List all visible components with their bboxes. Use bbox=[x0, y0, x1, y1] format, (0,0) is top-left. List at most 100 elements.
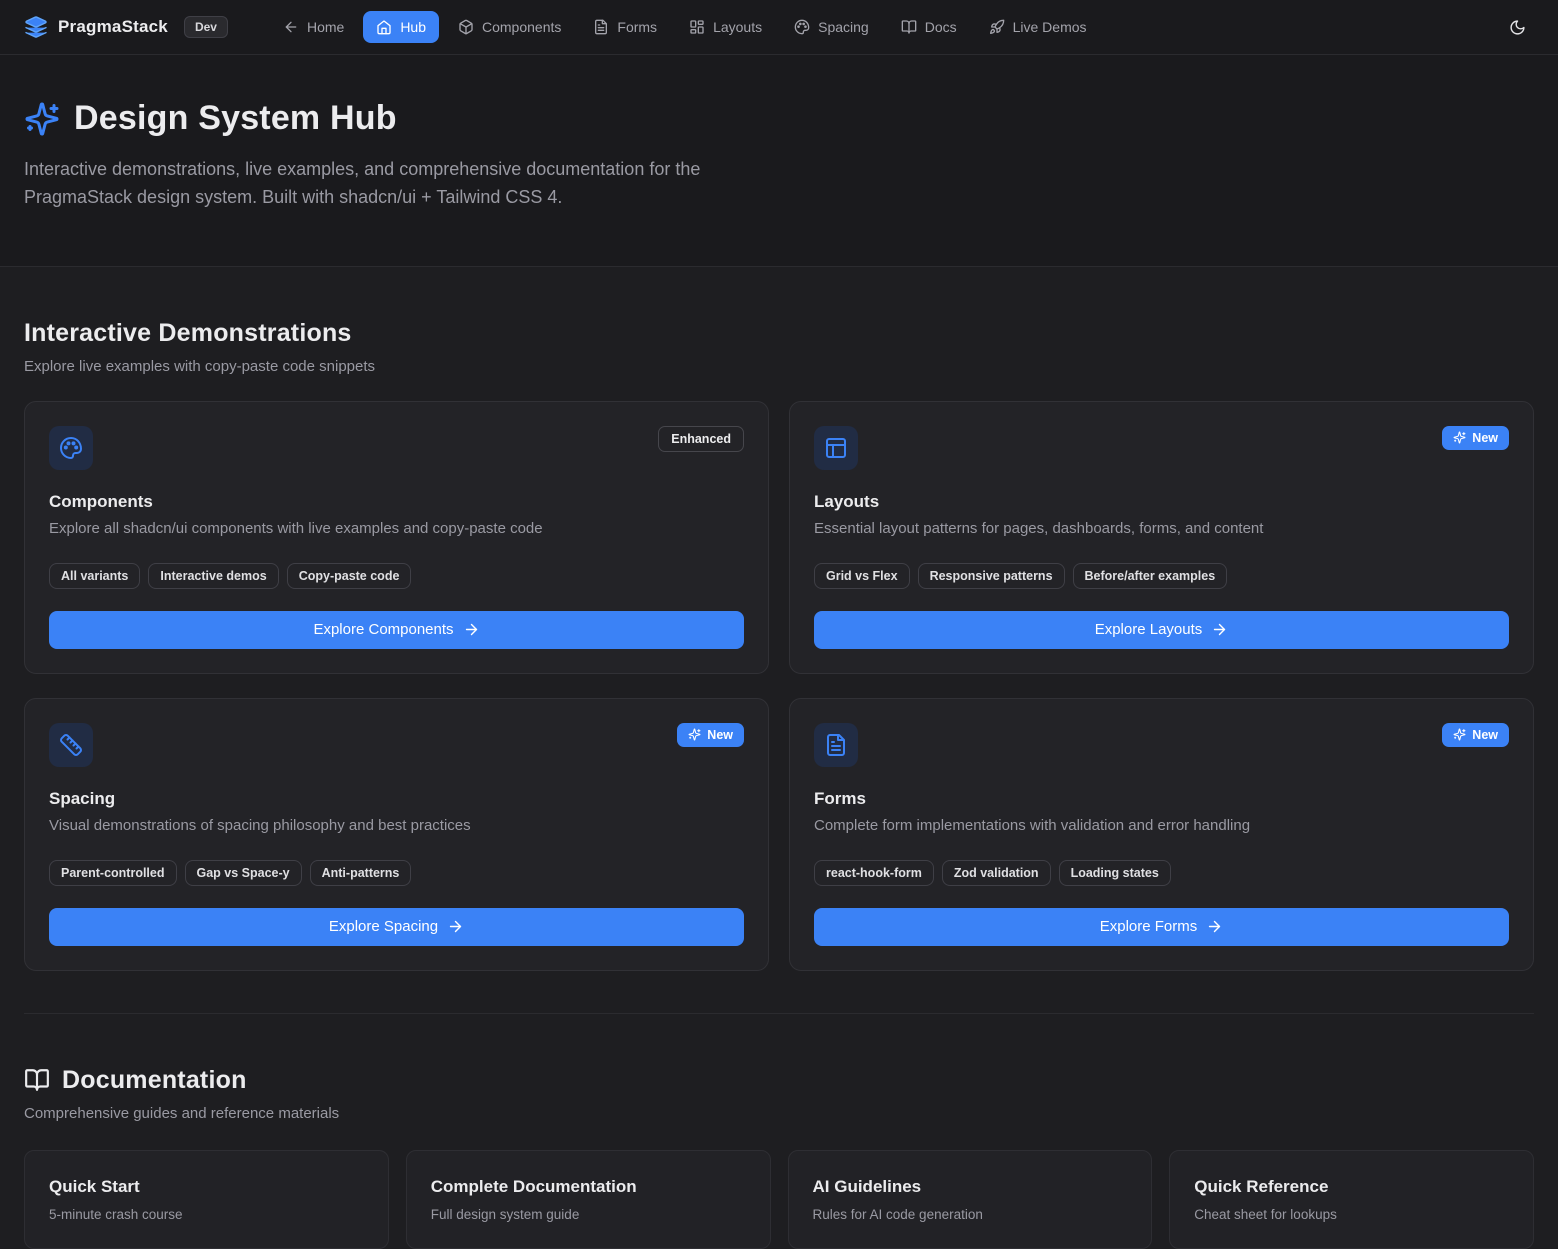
nav-item-label: Home bbox=[307, 19, 344, 35]
nav-item-label: Spacing bbox=[818, 19, 869, 35]
theme-toggle-button[interactable] bbox=[1501, 11, 1534, 44]
button-label: Explore Spacing bbox=[329, 918, 438, 935]
brand-name: PragmaStack bbox=[58, 17, 168, 37]
badge-label: New bbox=[707, 728, 733, 742]
doc-card-quick-start[interactable]: Quick Start 5-minute crash course bbox=[24, 1150, 389, 1249]
page-title: Design System Hub bbox=[74, 99, 397, 138]
ruler-icon bbox=[49, 723, 93, 767]
primary-nav: Home Hub Components Forms Layouts Spacin… bbox=[270, 11, 1100, 43]
page-subtitle: Interactive demonstrations, live example… bbox=[24, 156, 769, 212]
demo-card-forms: New Forms Complete form implementations … bbox=[789, 698, 1534, 971]
tag-row: Parent-controlled Gap vs Space-y Anti-pa… bbox=[49, 860, 744, 886]
card-description: 5-minute crash course bbox=[49, 1207, 364, 1222]
new-badge: New bbox=[1442, 426, 1509, 450]
arrow-right-icon bbox=[463, 621, 480, 638]
moon-icon bbox=[1509, 19, 1526, 36]
package-icon bbox=[458, 19, 474, 35]
card-description: Cheat sheet for lookups bbox=[1194, 1207, 1509, 1222]
arrow-left-icon bbox=[283, 19, 299, 35]
button-label: Explore Components bbox=[313, 621, 453, 638]
explore-forms-button[interactable]: Explore Forms bbox=[814, 908, 1509, 946]
arrow-right-icon bbox=[447, 918, 464, 935]
house-icon bbox=[376, 19, 392, 35]
nav-item-home[interactable]: Home bbox=[270, 11, 357, 43]
brand[interactable]: PragmaStack Dev bbox=[24, 15, 228, 39]
panels-top-left-icon bbox=[814, 426, 858, 470]
tag: Before/after examples bbox=[1073, 563, 1228, 589]
card-description: Explore all shadcn/ui components with li… bbox=[49, 520, 744, 537]
nav-item-components[interactable]: Components bbox=[445, 11, 574, 43]
sparkles-icon bbox=[24, 101, 60, 137]
tag: Interactive demos bbox=[148, 563, 278, 589]
card-title: Quick Reference bbox=[1194, 1177, 1509, 1197]
card-title: Spacing bbox=[49, 789, 744, 809]
status-badge: Enhanced bbox=[658, 426, 744, 452]
card-description: Complete form implementations with valid… bbox=[814, 817, 1509, 834]
demo-card-components: Enhanced Components Explore all shadcn/u… bbox=[24, 401, 769, 674]
card-description: Rules for AI code generation bbox=[813, 1207, 1128, 1222]
nav-item-hub[interactable]: Hub bbox=[363, 11, 439, 43]
tag: Copy-paste code bbox=[287, 563, 412, 589]
sparkles-icon bbox=[1453, 728, 1466, 741]
tag: Grid vs Flex bbox=[814, 563, 910, 589]
new-badge: New bbox=[677, 723, 744, 747]
explore-components-button[interactable]: Explore Components bbox=[49, 611, 744, 649]
explore-spacing-button[interactable]: Explore Spacing bbox=[49, 908, 744, 946]
rocket-icon bbox=[989, 19, 1005, 35]
doc-card-complete-documentation[interactable]: Complete Documentation Full design syste… bbox=[406, 1150, 771, 1249]
tag: Anti-patterns bbox=[310, 860, 412, 886]
nav-item-forms[interactable]: Forms bbox=[580, 11, 670, 43]
tag: Responsive patterns bbox=[918, 563, 1065, 589]
nav-item-label: Docs bbox=[925, 19, 957, 35]
arrow-right-icon bbox=[1206, 918, 1223, 935]
card-title: Forms bbox=[814, 789, 1509, 809]
doc-card-quick-reference[interactable]: Quick Reference Cheat sheet for lookups bbox=[1169, 1150, 1534, 1249]
nav-item-docs[interactable]: Docs bbox=[888, 11, 970, 43]
badge-label: New bbox=[1472, 431, 1498, 445]
new-badge: New bbox=[1442, 723, 1509, 747]
tag-row: All variants Interactive demos Copy-past… bbox=[49, 563, 744, 589]
card-title: Components bbox=[49, 492, 744, 512]
layout-grid-icon bbox=[689, 19, 705, 35]
sparkles-icon bbox=[688, 728, 701, 741]
demo-card-spacing: New Spacing Visual demonstrations of spa… bbox=[24, 698, 769, 971]
arrow-right-icon bbox=[1211, 621, 1228, 638]
tag: Gap vs Space-y bbox=[185, 860, 302, 886]
nav-item-layouts[interactable]: Layouts bbox=[676, 11, 775, 43]
palette-icon bbox=[49, 426, 93, 470]
demos-section-subtitle: Explore live examples with copy-paste co… bbox=[24, 358, 1534, 375]
nav-item-label: Components bbox=[482, 19, 561, 35]
card-title: Complete Documentation bbox=[431, 1177, 746, 1197]
nav-item-spacing[interactable]: Spacing bbox=[781, 11, 882, 43]
nav-item-live-demos[interactable]: Live Demos bbox=[976, 11, 1100, 43]
docs-section-title: Documentation bbox=[62, 1066, 247, 1095]
explore-layouts-button[interactable]: Explore Layouts bbox=[814, 611, 1509, 649]
tag: Parent-controlled bbox=[49, 860, 177, 886]
tag: All variants bbox=[49, 563, 140, 589]
env-badge: Dev bbox=[184, 16, 228, 38]
card-title: Layouts bbox=[814, 492, 1509, 512]
demo-card-layouts: New Layouts Essential layout patterns fo… bbox=[789, 401, 1534, 674]
card-description: Full design system guide bbox=[431, 1207, 746, 1222]
card-description: Essential layout patterns for pages, das… bbox=[814, 520, 1509, 537]
card-title: Quick Start bbox=[49, 1177, 364, 1197]
tag: Zod validation bbox=[942, 860, 1051, 886]
docs-section-subtitle: Comprehensive guides and reference mater… bbox=[24, 1105, 1534, 1122]
button-label: Explore Layouts bbox=[1095, 621, 1203, 638]
book-open-icon bbox=[24, 1067, 50, 1093]
file-text-icon bbox=[814, 723, 858, 767]
palette-icon bbox=[794, 19, 810, 35]
tag-row: react-hook-form Zod validation Loading s… bbox=[814, 860, 1509, 886]
sparkles-icon bbox=[1453, 431, 1466, 444]
doc-card-ai-guidelines[interactable]: AI Guidelines Rules for AI code generati… bbox=[788, 1150, 1153, 1249]
hero-section: Design System Hub Interactive demonstrat… bbox=[0, 55, 1558, 267]
file-text-icon bbox=[593, 19, 609, 35]
layers-icon bbox=[24, 15, 48, 39]
nav-item-label: Hub bbox=[400, 19, 426, 35]
button-label: Explore Forms bbox=[1100, 918, 1198, 935]
nav-item-label: Layouts bbox=[713, 19, 762, 35]
demo-card-grid: Enhanced Components Explore all shadcn/u… bbox=[24, 401, 1534, 971]
badge-label: New bbox=[1472, 728, 1498, 742]
book-open-icon bbox=[901, 19, 917, 35]
tag: Loading states bbox=[1059, 860, 1171, 886]
